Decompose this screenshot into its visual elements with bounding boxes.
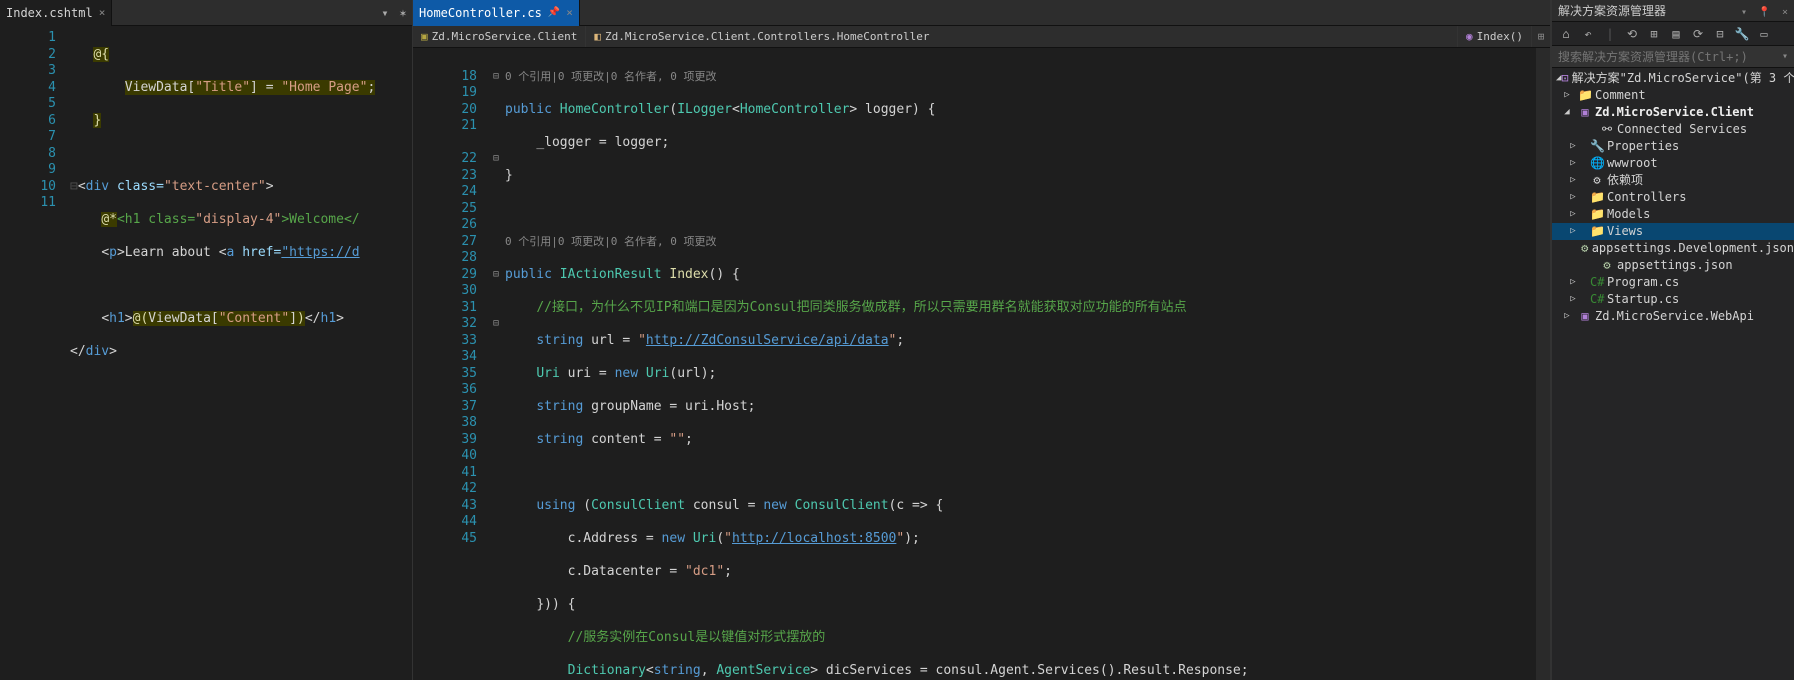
breadcrumb-member[interactable]: ◉Index() (1458, 26, 1532, 47)
filter-icon[interactable]: ⊞ (1646, 27, 1662, 41)
fold-column[interactable]: ⊟⊟⊟⊟ (487, 48, 505, 680)
middle-editor-pane: HomeController.cs 📌 × ▣Zd.MicroService.C… (413, 0, 1551, 680)
tab-label: HomeController.cs (419, 6, 542, 20)
solution-explorer-search[interactable]: ▾ (1552, 46, 1794, 68)
solution-explorer-toolbar: ⌂ ↶ | ⟲ ⊞ ▤ ⟳ ⊟ 🔧 ▭ (1552, 22, 1794, 46)
show-all-icon[interactable]: ▤ (1668, 27, 1684, 41)
left-code[interactable]: @{ ViewData["Title"] = "Home Page"; } ⊟<… (70, 26, 412, 680)
breadcrumb-namespace[interactable]: ▣Zd.MicroService.Client (413, 26, 586, 47)
left-editor-pane: Index.cshtml × ▾ ✶ 1234567891011 @{ View… (0, 0, 413, 680)
close-icon[interactable]: × (1782, 7, 1788, 18)
solution-tree[interactable]: ◢⊡解决方案"Zd.MicroService"(第 3 个项目 ▷📁Commen… (1552, 68, 1794, 680)
tree-controllers[interactable]: ▷📁Controllers (1552, 189, 1794, 206)
mid-tabbar: HomeController.cs 📌 × (413, 0, 1550, 26)
pin-icon[interactable]: 📍 (1758, 7, 1770, 18)
tree-program-cs[interactable]: ▷C#Program.cs (1552, 274, 1794, 291)
tree-models[interactable]: ▷📁Models (1552, 206, 1794, 223)
collapse-icon[interactable]: ⊟ (1712, 27, 1728, 41)
mid-gutter: 1819202122232425262728293031323334353637… (413, 48, 487, 680)
left-tabbar: Index.cshtml × ▾ ✶ (0, 0, 412, 26)
tree-wwwroot[interactable]: ▷🌐wwwroot (1552, 155, 1794, 172)
pin-icon[interactable]: 📌 (548, 7, 560, 18)
search-dropdown-icon[interactable]: ▾ (1782, 51, 1788, 62)
tree-comment-folder[interactable]: ▷📁Comment (1552, 87, 1794, 104)
tree-webapi-project[interactable]: ▷▣Zd.MicroService.WebApi (1552, 308, 1794, 325)
properties-icon[interactable]: 🔧 (1734, 27, 1750, 41)
refresh-icon[interactable]: ⟳ (1690, 27, 1706, 41)
home-icon[interactable]: ⌂ (1558, 27, 1574, 41)
split-icon[interactable]: ⊞ (1532, 30, 1550, 43)
back-icon[interactable]: ↶ (1580, 27, 1596, 41)
preview-icon[interactable]: ▭ (1756, 27, 1772, 41)
close-icon[interactable]: × (566, 6, 573, 19)
tree-startup-cs[interactable]: ▷C#Startup.cs (1552, 291, 1794, 308)
scrollbar[interactable] (1536, 48, 1550, 680)
mid-editor[interactable]: 1819202122232425262728293031323334353637… (413, 48, 1550, 680)
tree-properties[interactable]: ▷🔧Properties (1552, 138, 1794, 155)
tree-solution[interactable]: ◢⊡解决方案"Zd.MicroService"(第 3 个项目 (1552, 70, 1794, 87)
tree-appsettings-dev[interactable]: ⚙appsettings.Development.json (1552, 240, 1794, 257)
tab-homecontroller[interactable]: HomeController.cs 📌 × (413, 0, 580, 26)
tree-views[interactable]: ▷📁Views (1552, 223, 1794, 240)
mid-code[interactable]: 0 个引用|0 项更改|0 名作者, 0 项更改 public HomeCont… (505, 48, 1536, 680)
search-input[interactable] (1558, 50, 1782, 64)
dropdown-icon[interactable]: ▾ (1741, 7, 1747, 18)
left-gutter: 1234567891011 (0, 26, 70, 680)
close-icon[interactable]: × (99, 6, 106, 19)
solution-explorer-title: 解决方案资源管理器 ▾ 📍 × (1552, 0, 1794, 22)
tab-label: Index.cshtml (6, 6, 93, 20)
tree-dependencies[interactable]: ▷⚙依赖项 (1552, 172, 1794, 189)
gear-icon[interactable]: ✶ (394, 6, 412, 20)
breadcrumb: ▣Zd.MicroService.Client ◧Zd.MicroService… (413, 26, 1550, 48)
solution-explorer: 解决方案资源管理器 ▾ 📍 × ⌂ ↶ | ⟲ ⊞ ▤ ⟳ ⊟ 🔧 ▭ ▾ ◢⊡… (1551, 0, 1794, 680)
dropdown-icon[interactable]: ▾ (376, 6, 394, 20)
tree-appsettings[interactable]: ⚙appsettings.json (1552, 257, 1794, 274)
tab-index-cshtml[interactable]: Index.cshtml × (0, 0, 112, 26)
tree-connected-services[interactable]: ⚯Connected Services (1552, 121, 1794, 138)
left-editor[interactable]: 1234567891011 @{ ViewData["Title"] = "Ho… (0, 26, 412, 680)
tree-client-project[interactable]: ◢▣Zd.MicroService.Client (1552, 104, 1794, 121)
sync-icon[interactable]: ⟲ (1624, 27, 1640, 41)
breadcrumb-class[interactable]: ◧Zd.MicroService.Client.Controllers.Home… (586, 26, 1458, 47)
